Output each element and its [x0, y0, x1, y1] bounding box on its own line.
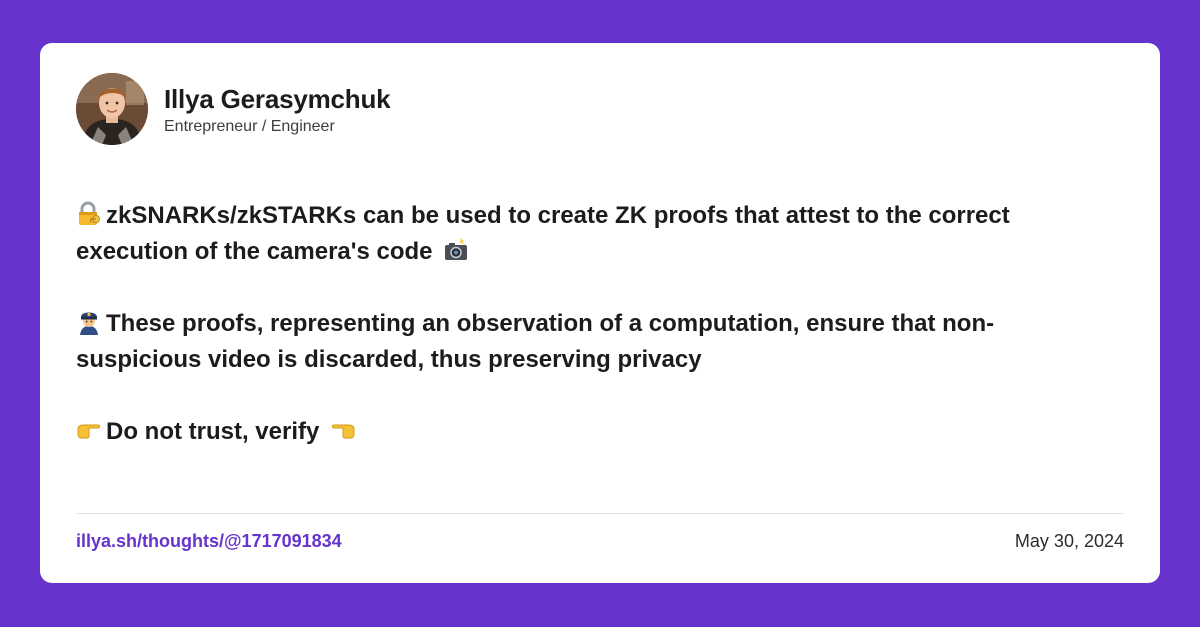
post-body: zkSNARKs/zkSTARKs can be used to create … — [76, 198, 1106, 450]
post-paragraph-text: These proofs, representing an observatio… — [76, 310, 995, 373]
post-date: May 30, 2024 — [1014, 531, 1124, 551]
author-role: Entrepreneur / Engineer — [164, 118, 335, 135]
pointing-right-icon — [77, 424, 100, 439]
pointing-left-icon — [332, 424, 355, 439]
author-name: Illya Gerasymchuk — [164, 84, 391, 114]
police-officer-icon — [80, 312, 98, 335]
avatar-photo — [76, 73, 148, 145]
post-paragraph-text: zkSNARKs/zkSTARKs can be used to create … — [76, 202, 1010, 265]
camera-with-flash-icon — [445, 238, 468, 260]
post-paragraph: Do not trust, verify — [76, 414, 1106, 450]
post-paragraph-text: Do not trust, verify — [106, 418, 320, 445]
footer-divider — [76, 513, 1124, 514]
avatar — [76, 73, 148, 145]
post-paragraph: These proofs, representing an observatio… — [76, 306, 1106, 378]
post-paragraph: zkSNARKs/zkSTARKs can be used to create … — [76, 198, 1106, 270]
post-permalink[interactable]: illya.sh/thoughts/@1717091834 — [76, 531, 342, 552]
post-card: Illya Gerasymchuk Entrepreneur / Enginee… — [40, 43, 1160, 583]
locked-with-key-icon — [79, 201, 100, 225]
